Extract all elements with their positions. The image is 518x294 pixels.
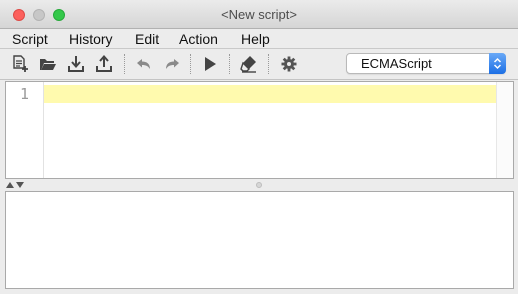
- menu-bar: Script History Edit Action Help: [0, 29, 518, 49]
- window-title: <New script>: [221, 7, 297, 22]
- toolbar-separator: [268, 54, 270, 74]
- menu-action[interactable]: Action: [179, 29, 218, 49]
- menu-script[interactable]: Script: [12, 29, 48, 49]
- expand-up-icon[interactable]: [6, 182, 14, 188]
- toolbar-separator: [190, 54, 192, 74]
- menu-history[interactable]: History: [69, 29, 113, 49]
- script-editor[interactable]: 1: [5, 81, 514, 179]
- run-icon: [205, 57, 216, 71]
- redo-button[interactable]: [162, 54, 182, 74]
- new-script-icon: [13, 55, 28, 72]
- settings-button[interactable]: [279, 54, 299, 74]
- expand-down-icon[interactable]: [16, 182, 24, 188]
- open-button[interactable]: [38, 54, 58, 74]
- language-select[interactable]: ECMAScript: [346, 53, 506, 74]
- run-button[interactable]: [200, 54, 220, 74]
- line-number-gutter: 1: [6, 82, 44, 178]
- open-folder-icon: [40, 59, 56, 70]
- split-pane-divider[interactable]: [5, 180, 514, 191]
- toolbar-separator: [229, 54, 231, 74]
- import-button[interactable]: [66, 54, 86, 74]
- export-button[interactable]: [94, 54, 114, 74]
- undo-icon: [137, 59, 150, 69]
- menu-edit[interactable]: Edit: [135, 29, 159, 49]
- upload-icon: [96, 55, 112, 72]
- line-number: 1: [20, 85, 30, 103]
- redo-icon: [166, 59, 179, 69]
- clear-button[interactable]: [239, 54, 259, 74]
- eraser-icon: [240, 56, 256, 73]
- new-script-button[interactable]: [10, 54, 30, 74]
- toolbar: ECMAScript: [0, 49, 518, 80]
- undo-button[interactable]: [134, 54, 154, 74]
- output-panel[interactable]: [5, 191, 514, 289]
- script-window: <New script> Script History Edit Action …: [0, 0, 518, 294]
- title-bar[interactable]: <New script>: [0, 0, 518, 29]
- menu-help[interactable]: Help: [241, 29, 270, 49]
- gear-icon: [281, 56, 297, 72]
- splitter-grip[interactable]: [256, 182, 262, 188]
- editor-vertical-scrollbar[interactable]: [496, 82, 513, 178]
- select-arrows-icon: [489, 53, 506, 74]
- language-select-value: ECMAScript: [361, 56, 432, 71]
- download-icon: [68, 56, 84, 72]
- current-line-highlight: [44, 85, 496, 103]
- toolbar-separator: [124, 54, 126, 74]
